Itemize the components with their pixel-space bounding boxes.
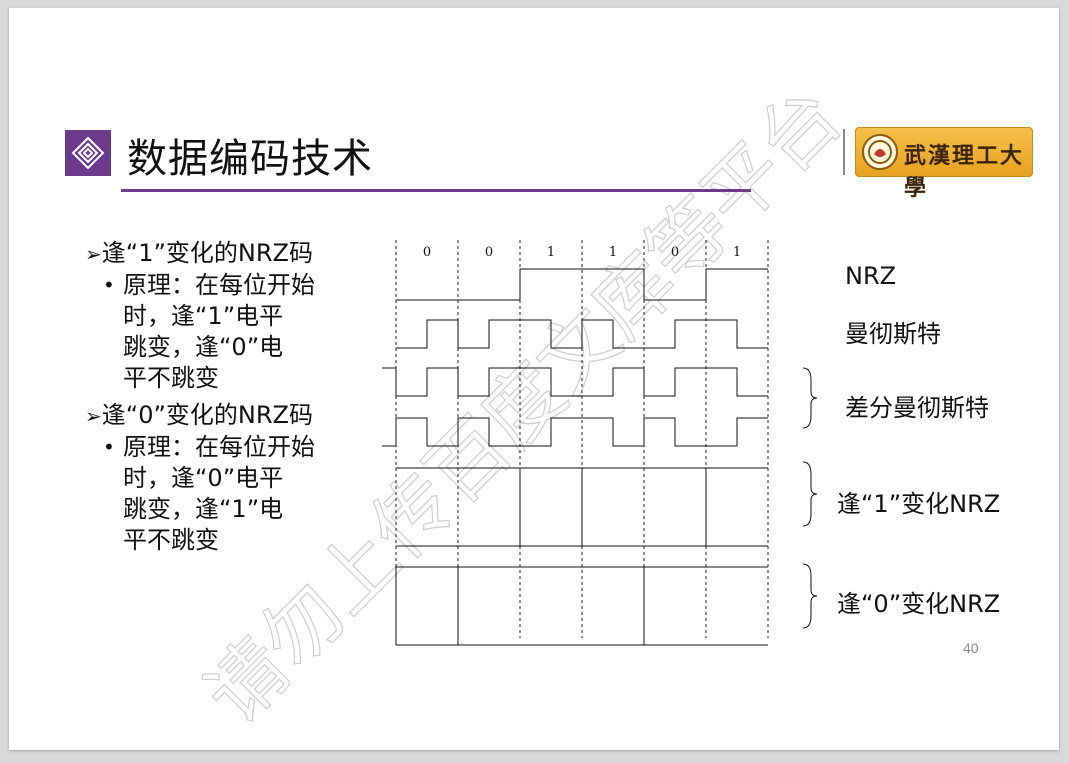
sub-bullet-item: • 原理：在每位开始 时，逢“0”电平 跳变，逢“1”电 平不跳变 [85, 432, 385, 556]
university-logo: 武漢理工大學 [855, 127, 1033, 201]
bullet-text: 逢“0”变化的NRZ码 [101, 401, 313, 429]
bit-label: 1 [733, 245, 741, 260]
page-title: 数据编码技术 [127, 136, 373, 182]
arrow-bullet-icon: ➢ [85, 242, 102, 266]
logo-separator [843, 129, 845, 175]
label-diff-manchester: 差分曼彻斯特 [845, 394, 989, 422]
label-nrz: NRZ [845, 262, 897, 290]
brace-nrz-change-on-1-icon [802, 461, 818, 527]
sub-bullet-line: 时，逢“1”电平 [123, 302, 284, 330]
diff-manchester-waveform-b [382, 417, 768, 447]
brace-nrz-change-on-0-icon [802, 563, 818, 629]
title-underline [121, 189, 751, 192]
diff-manchester-waveform-a [382, 367, 768, 397]
label-manchester: 曼彻斯特 [845, 320, 941, 348]
nrz-change-on-1-waveform-b [396, 467, 768, 547]
sub-bullet-line: 时，逢“0”电平 [123, 464, 284, 492]
sub-bullet-line: 原理：在每位开始 [123, 433, 315, 461]
bullet-list: ➢逢“1”变化的NRZ码 • 原理：在每位开始 时，逢“1”电平 跳变，逢“0”… [85, 238, 385, 562]
label-nrz-change-on-0: 逢“0”变化NRZ [837, 590, 1001, 618]
arrow-bullet-icon: ➢ [85, 404, 102, 428]
waveforms [382, 268, 768, 646]
sub-bullet-item: • 原理：在每位开始 时，逢“1”电平 跳变，逢“0”电 平不跳变 [85, 270, 385, 394]
bit-label: 1 [609, 245, 617, 260]
sub-bullet-line: 跳变，逢“0”电 [123, 333, 284, 361]
dot-bullet-icon: • [103, 273, 115, 297]
label-nrz-change-on-1: 逢“1”变化NRZ [837, 490, 1001, 518]
bullet-item: ➢逢“0”变化的NRZ码 [85, 400, 385, 432]
bullet-text: 逢“1”变化的NRZ码 [101, 239, 313, 267]
bit-label: 0 [671, 245, 679, 260]
university-emblem-icon [862, 134, 898, 170]
title-icon [65, 130, 111, 176]
sub-bullet-line: 平不跳变 [123, 364, 219, 392]
encoding-waveform-diagram: 0 0 1 1 0 1 [382, 240, 769, 646]
bullet-item: ➢逢“1”变化的NRZ码 [85, 238, 385, 270]
brace-diff-manchester-icon [802, 367, 818, 429]
sub-bullet-line: 平不跳变 [123, 526, 219, 554]
bit-label: 0 [423, 245, 431, 260]
slide: 请勿上传百度文库等平台 数据编码技术 武漢理工大學 ➢逢“1”变化的NRZ码 • [9, 8, 1059, 750]
manchester-waveform [396, 319, 768, 349]
university-name: 武漢理工大學 [904, 143, 1025, 201]
dot-bullet-icon: • [103, 435, 115, 459]
bit-label: 1 [547, 245, 555, 260]
sub-bullet-line: 原理：在每位开始 [123, 271, 315, 299]
bit-label: 0 [485, 245, 493, 260]
page-number: 40 [963, 640, 979, 656]
sub-bullet-line: 跳变，逢“1”电 [123, 495, 284, 523]
